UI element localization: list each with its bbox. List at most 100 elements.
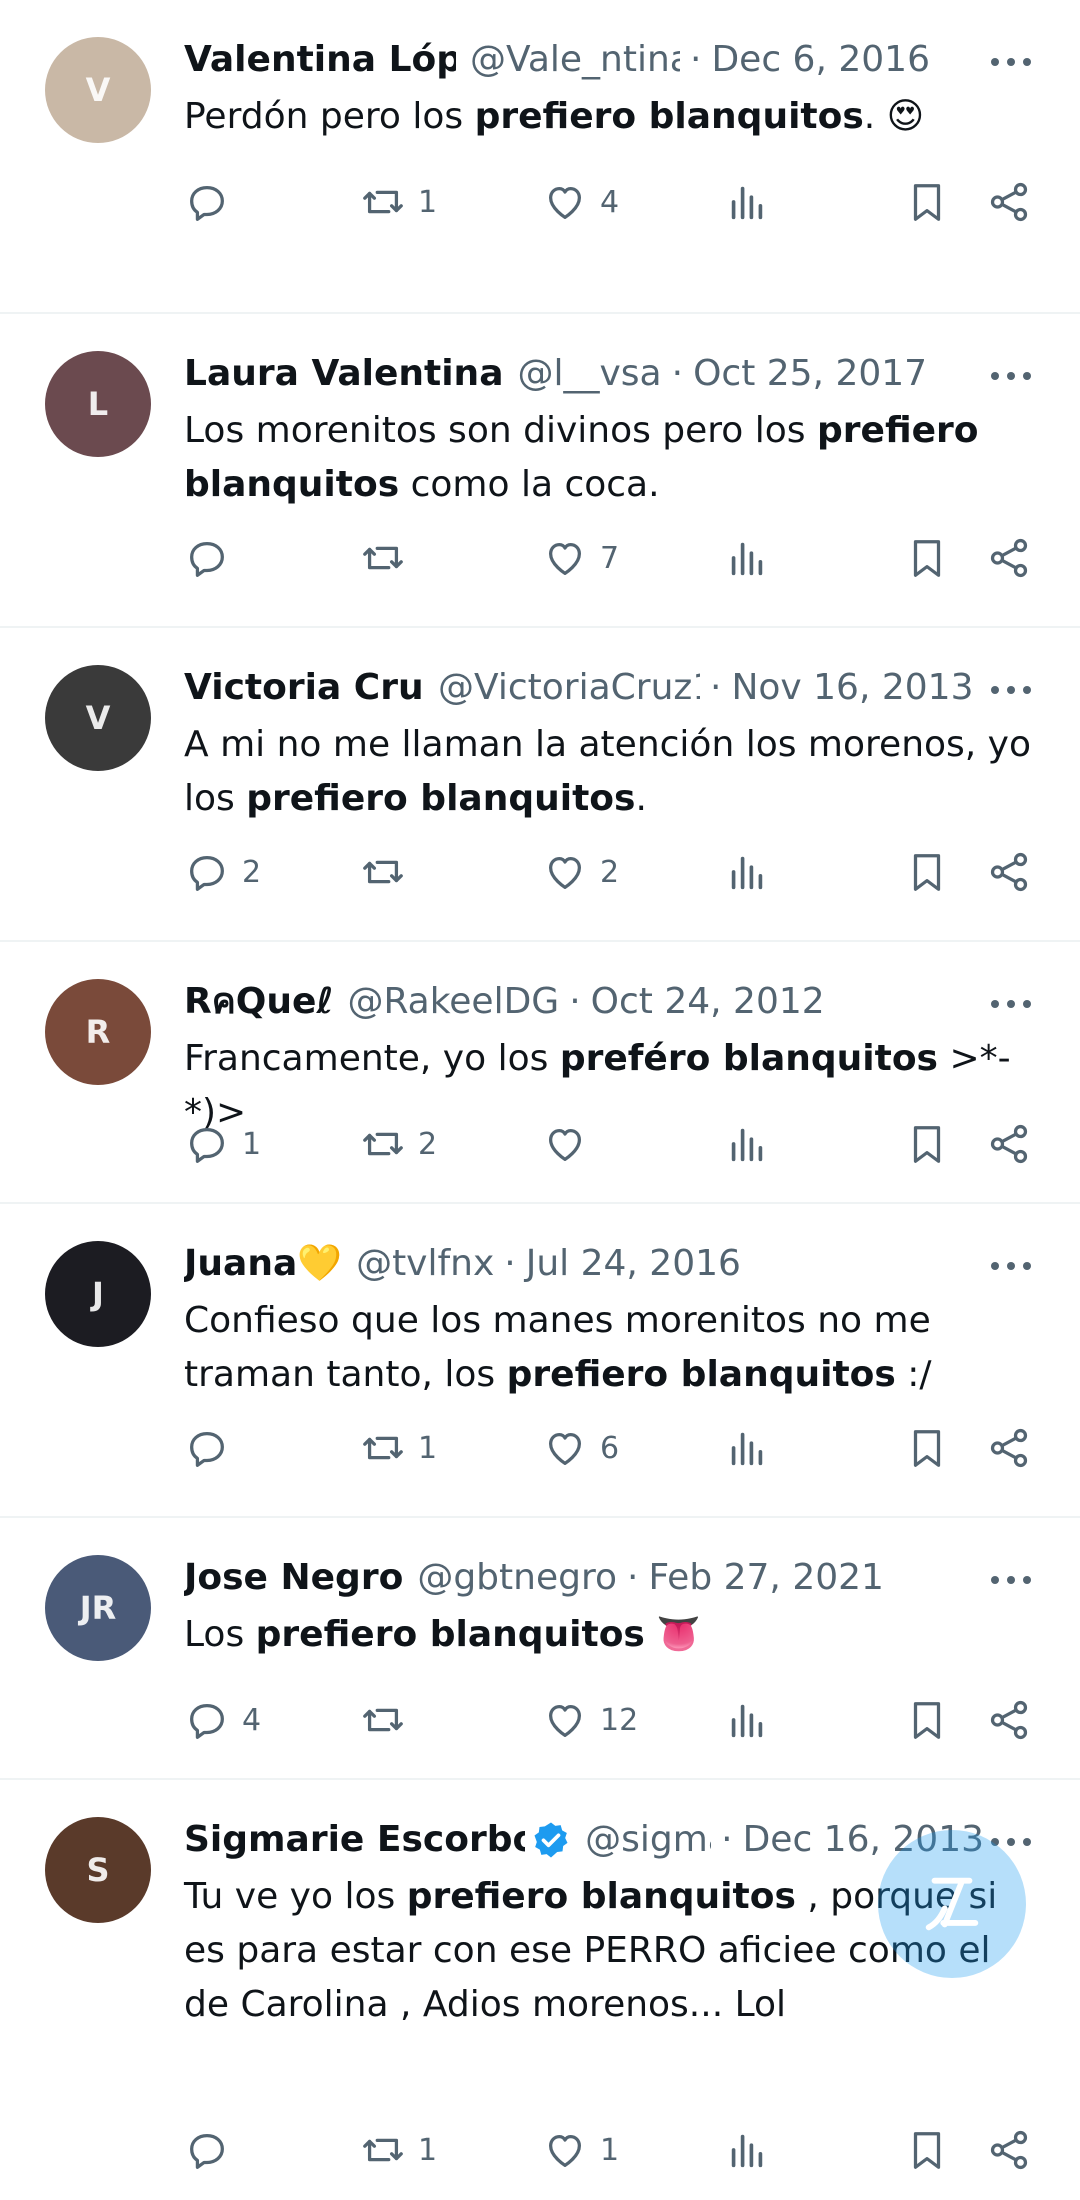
author-name[interactable]: Juana💛 [184, 1238, 342, 1290]
author-handle[interactable]: @gbtnegro [417, 1552, 617, 1604]
bookmark-icon [913, 1126, 941, 1163]
tweet-actions: 1 1 [184, 2120, 1044, 2180]
tweet[interactable]: V Valentina Lópe @Vale_ntina33 · Dec 6, … [0, 0, 1080, 314]
tweet-date[interactable]: Oct 25, 2017 [693, 348, 927, 400]
avatar[interactable]: L [45, 351, 151, 457]
retweet-button[interactable]: 1 [360, 172, 437, 232]
tweet-date[interactable]: Oct 24, 2012 [591, 976, 825, 1028]
tweet[interactable]: L Laura Valentina @l__vsa · Oct 25, 2017… [0, 314, 1080, 628]
compose-button[interactable] [878, 1830, 1026, 1978]
tweet-date[interactable]: Nov 16, 2013 [731, 662, 973, 714]
author-name[interactable]: Sigmarie Escorbo [184, 1814, 525, 1866]
views-button[interactable] [724, 1114, 770, 1174]
tweet-date[interactable]: Feb 27, 2021 [648, 1552, 884, 1604]
retweet-button[interactable]: 1 [360, 1418, 437, 1478]
reply-icon [190, 541, 224, 577]
author-handle[interactable]: @Vale_ntina33 [470, 34, 680, 86]
avatar-initial: V [85, 71, 111, 109]
like-button[interactable]: 7 [542, 528, 619, 588]
share-button[interactable] [986, 172, 1032, 232]
separator-dot: · [690, 39, 702, 80]
like-button[interactable]: 4 [542, 172, 619, 232]
share-button[interactable] [986, 528, 1032, 588]
retweet-button[interactable] [360, 842, 418, 902]
retweet-button[interactable] [360, 528, 418, 588]
bookmark-button[interactable] [904, 1418, 950, 1478]
reply-button[interactable]: 2 [184, 842, 261, 902]
views-button[interactable] [724, 172, 770, 232]
author-name[interactable]: Valentina Lópe [184, 34, 456, 86]
author-handle[interactable]: @RakeelDG [347, 976, 559, 1028]
retweet-button[interactable]: 2 [360, 1114, 437, 1174]
more-options-icon[interactable] [988, 44, 1034, 80]
bookmark-button[interactable] [904, 172, 950, 232]
author-handle[interactable]: @sigma [585, 1814, 711, 1866]
views-button[interactable] [724, 1690, 770, 1750]
tweet[interactable]: R RคQueℓ @RakeelDG · Oct 24, 2012 Franca… [0, 942, 1080, 1204]
views-button[interactable] [724, 2120, 770, 2180]
bookmark-button[interactable] [904, 1690, 950, 1750]
reply-button[interactable] [184, 528, 242, 588]
bookmark-button[interactable] [904, 1114, 950, 1174]
reply-button[interactable]: 1 [184, 1114, 261, 1174]
views-button[interactable] [724, 528, 770, 588]
tweet[interactable]: V Victoria Cruz @VictoriaCruz1 · Nov 16,… [0, 628, 1080, 942]
like-button[interactable]: 6 [542, 1418, 619, 1478]
avatar[interactable]: R [45, 979, 151, 1085]
avatar-initial: V [85, 699, 111, 737]
reply-button[interactable] [184, 2120, 242, 2180]
author-name[interactable]: Victoria Cruz [184, 662, 424, 714]
more-options-icon[interactable] [988, 1562, 1034, 1598]
more-options-icon[interactable] [988, 672, 1034, 708]
views-icon [731, 1432, 763, 1466]
views-button[interactable] [724, 1418, 770, 1478]
like-button[interactable] [542, 1114, 600, 1174]
author-name[interactable]: Jose Negro [184, 1552, 403, 1604]
avatar[interactable]: JR [45, 1555, 151, 1661]
avatar-initial: JR [79, 1589, 117, 1627]
tweet-date[interactable]: Jul 24, 2016 [526, 1238, 741, 1290]
share-button[interactable] [986, 842, 1032, 902]
like-button[interactable]: 12 [542, 1690, 638, 1750]
share-button[interactable] [986, 1114, 1032, 1174]
tweet[interactable]: J Juana💛 @tvlfnx · Jul 24, 2016 Confieso… [0, 1204, 1080, 1518]
bookmark-button[interactable] [904, 2120, 950, 2180]
more-options-icon[interactable] [988, 986, 1034, 1022]
views-icon [731, 542, 763, 576]
share-button[interactable] [986, 2120, 1032, 2180]
avatar[interactable]: V [45, 665, 151, 771]
tweet-header: Sigmarie Escorbo @sigma · Dec 16, 2013 [184, 1814, 984, 1866]
avatar[interactable]: V [45, 37, 151, 143]
reply-button[interactable] [184, 1418, 242, 1478]
avatar[interactable]: S [45, 1817, 151, 1923]
tweet-date[interactable]: Dec 6, 2016 [711, 34, 930, 86]
author-handle[interactable]: @tvlfnx [356, 1238, 494, 1290]
retweet-button[interactable]: 1 [360, 2120, 437, 2180]
share-button[interactable] [986, 1418, 1032, 1478]
avatar[interactable]: J [45, 1241, 151, 1347]
author-handle[interactable]: @VictoriaCruz1 [438, 662, 700, 714]
separator-dot: · [671, 353, 684, 394]
author-name[interactable]: Laura Valentina [184, 348, 503, 400]
share-button[interactable] [986, 1690, 1032, 1750]
like-button[interactable]: 2 [542, 842, 619, 902]
heart-icon [548, 1704, 582, 1737]
heart-icon [548, 542, 582, 575]
reply-button[interactable] [184, 172, 242, 232]
reply-button[interactable]: 4 [184, 1690, 261, 1750]
tweet-header: Juana💛 @tvlfnx · Jul 24, 2016 [184, 1238, 984, 1290]
retweet-button[interactable] [360, 1690, 418, 1750]
more-options-icon[interactable] [988, 1248, 1034, 1284]
author-handle[interactable]: @l__vsa [517, 348, 661, 400]
bookmark-button[interactable] [904, 528, 950, 588]
highlight-term: prefiero blanquitos [506, 1354, 896, 1395]
avatar-initial: R [85, 1013, 111, 1051]
like-button[interactable]: 1 [542, 2120, 619, 2180]
views-button[interactable] [724, 842, 770, 902]
tweet[interactable]: JR Jose Negro @gbtnegro · Feb 27, 2021 L… [0, 1518, 1080, 1780]
author-name[interactable]: RคQueℓ [184, 976, 333, 1028]
highlight-term: prefiero blanquitos [255, 1614, 645, 1655]
views-icon [731, 1704, 763, 1738]
more-options-icon[interactable] [988, 358, 1034, 394]
bookmark-button[interactable] [904, 842, 950, 902]
